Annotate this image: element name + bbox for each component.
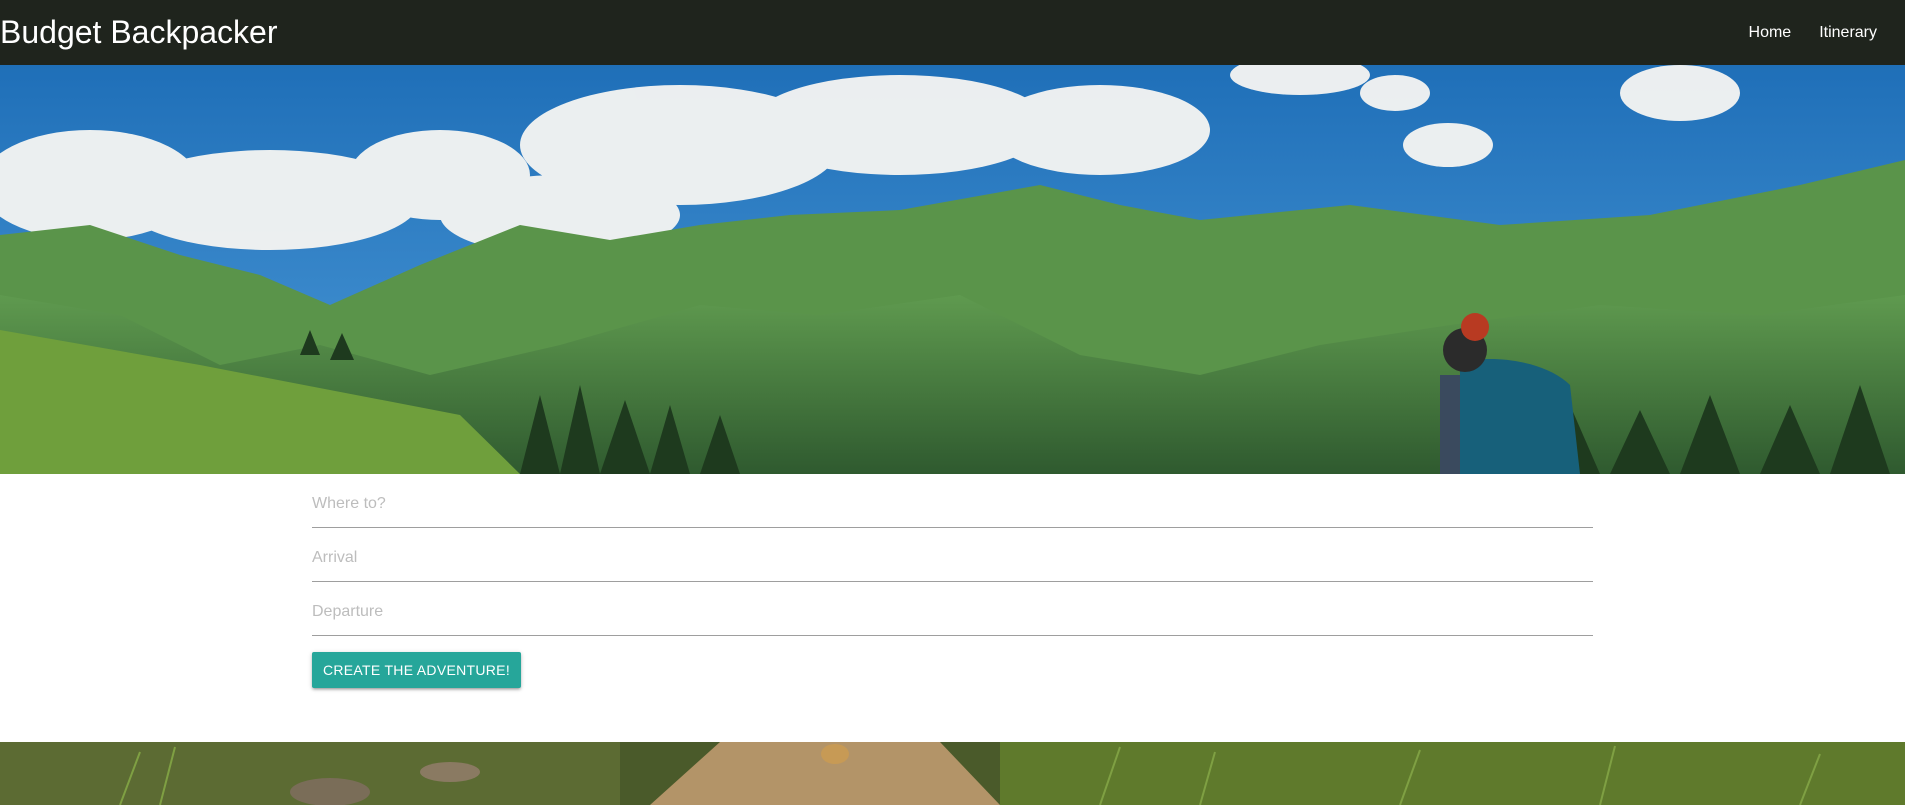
brand-logo-link[interactable]: Budget Backpacker [0, 0, 278, 65]
departure-date-input[interactable] [312, 589, 1593, 635]
trip-form: CREATE THE ADVENTURE! [0, 474, 1905, 742]
hero-mountain-image [0, 65, 1905, 474]
footer-trail-image [0, 742, 1905, 805]
arrival-field-wrapper [312, 528, 1593, 582]
arrival-date-input[interactable] [312, 535, 1593, 581]
hero-illustration [0, 65, 1905, 474]
nav-link-itinerary[interactable]: Itinerary [1805, 0, 1891, 65]
nav-links: Home Itinerary [1735, 0, 1905, 65]
nav-link-home[interactable]: Home [1735, 0, 1806, 65]
footer-illustration [0, 742, 1905, 805]
destination-input[interactable] [312, 481, 1593, 527]
top-navbar: Budget Backpacker Home Itinerary [0, 0, 1905, 65]
departure-field-wrapper [312, 582, 1593, 636]
create-adventure-button[interactable]: CREATE THE ADVENTURE! [312, 652, 521, 688]
destination-field-wrapper [312, 474, 1593, 528]
